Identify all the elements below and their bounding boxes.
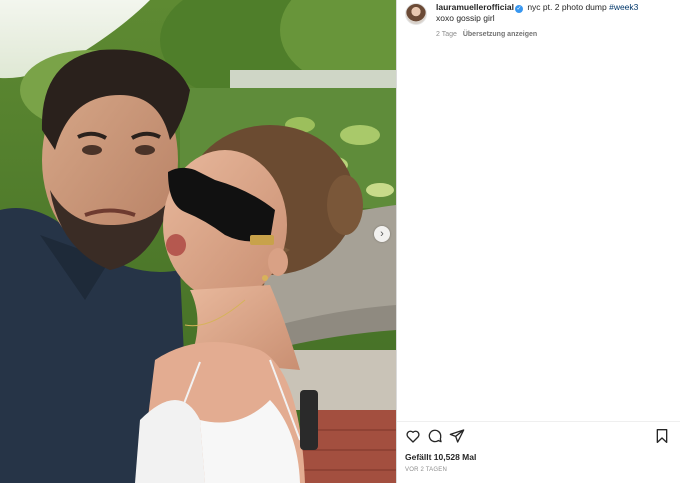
caption-text: nyc pt. 2 photo dump <box>527 2 607 12</box>
actions-divider <box>397 421 680 422</box>
caption: lauramuellerofficial ✓ nyc pt. 2 photo du… <box>436 2 638 40</box>
post-details-panel: lauramuellerofficial ✓ nyc pt. 2 photo du… <box>397 0 680 483</box>
translate-button[interactable]: Übersetzung anzeigen <box>463 31 537 38</box>
heart-icon[interactable] <box>405 428 421 444</box>
username-link[interactable]: lauramuellerofficial <box>436 2 514 12</box>
action-bar <box>405 428 672 444</box>
comment-icon[interactable] <box>427 428 443 444</box>
bookmark-icon[interactable] <box>654 428 670 444</box>
verified-badge-icon: ✓ <box>514 5 523 13</box>
selfie-image <box>0 0 396 483</box>
caption-row: lauramuellerofficial ✓ nyc pt. 2 photo du… <box>405 2 674 40</box>
caption-line-2: xoxo gossip girl <box>436 13 495 23</box>
avatar[interactable] <box>405 3 427 25</box>
likes-count[interactable]: Gefällt 10,528 Mal <box>405 452 476 462</box>
chevron-right-icon: › <box>380 227 384 240</box>
post-date[interactable]: VOR 2 TAGEN <box>405 467 447 473</box>
carousel-next-button[interactable]: › <box>374 226 390 242</box>
post-photo[interactable]: › <box>0 0 396 483</box>
hashtag-link[interactable]: #week3 <box>609 2 638 12</box>
share-icon[interactable] <box>449 428 465 444</box>
post-age: 2 Tage <box>436 31 457 38</box>
caption-meta: 2 Tage Übersetzung anzeigen <box>436 29 638 40</box>
